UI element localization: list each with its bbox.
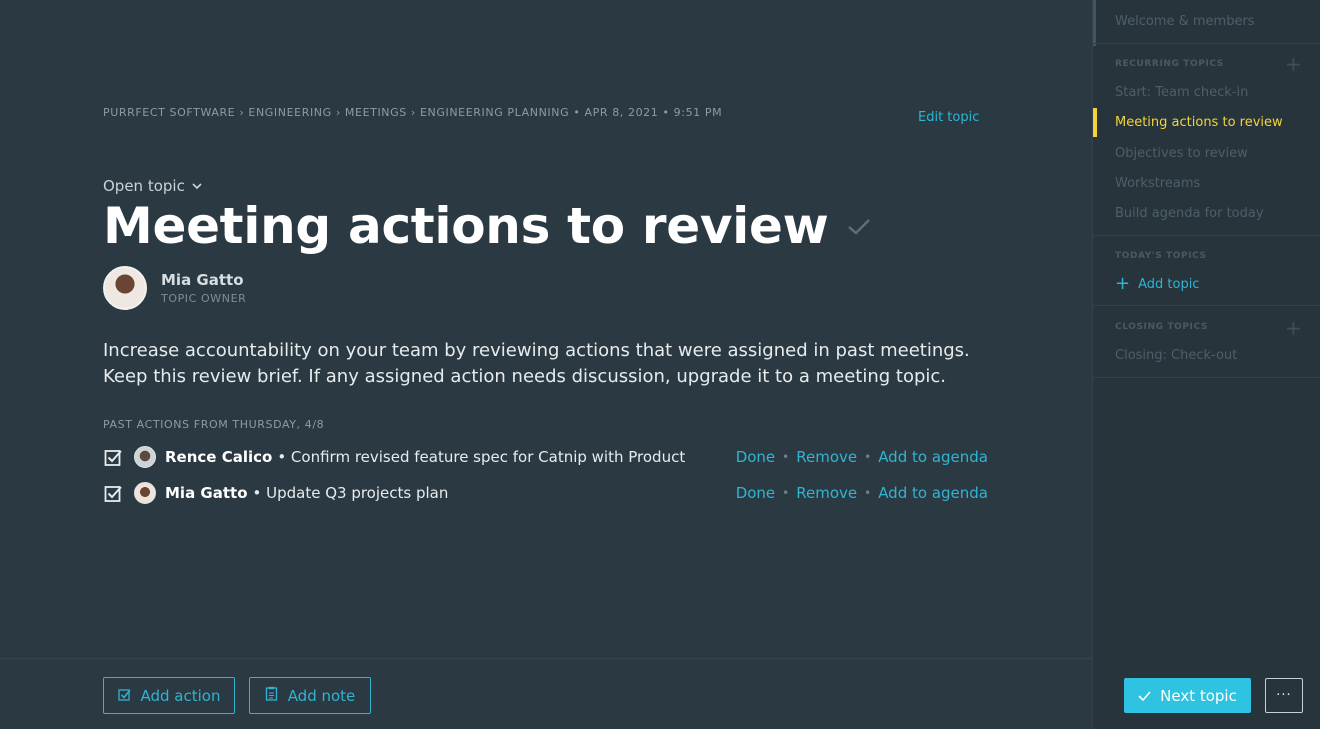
add-action-label: Add action xyxy=(140,686,221,705)
sidebar-divider xyxy=(1093,43,1320,44)
more-options-button[interactable]: ··· xyxy=(1265,678,1303,713)
owner-name: Mia Gatto xyxy=(161,271,244,289)
sidebar-item-closing-check-out[interactable]: Closing: Check-out xyxy=(1115,348,1237,363)
add-to-agenda-link[interactable]: Add to agenda xyxy=(878,448,988,466)
action-row: Mia Gatto • Update Q3 projects plan Done… xyxy=(103,481,988,505)
action-text: • Confirm revised feature spec for Catni… xyxy=(277,448,686,466)
separator: • xyxy=(864,486,872,500)
past-actions-label: PAST ACTIONS FROM THURSDAY, 4/8 xyxy=(103,418,325,431)
todays-topics-heading: TODAY'S TOPICS xyxy=(1115,251,1207,261)
sidebar-item-workstreams[interactable]: Workstreams xyxy=(1115,176,1200,191)
next-topic-label: Next topic xyxy=(1160,686,1237,705)
chevron-down-icon xyxy=(192,180,202,193)
page-title-text: Meeting actions to review xyxy=(103,197,829,255)
add-topic-label: Add topic xyxy=(1138,276,1200,292)
closing-topics-heading: CLOSING TOPICS xyxy=(1115,322,1208,332)
checkbox-checked-icon[interactable] xyxy=(103,447,123,467)
separator: • xyxy=(782,486,790,500)
open-topic-dropdown[interactable]: Open topic xyxy=(103,177,202,195)
edit-topic-link[interactable]: Edit topic xyxy=(918,110,979,125)
footer-divider xyxy=(0,658,1092,659)
sidebar-divider xyxy=(1093,235,1320,236)
sidebar-divider xyxy=(1093,377,1320,378)
done-link[interactable]: Done xyxy=(736,448,775,466)
page-title: Meeting actions to review xyxy=(103,197,871,255)
sidebar-item-welcome[interactable]: Welcome & members xyxy=(1115,14,1255,29)
add-closing-topic-plus-icon[interactable]: + xyxy=(1285,318,1302,338)
action-row: Rence Calico • Confirm revised feature s… xyxy=(103,445,988,469)
sidebar-item-meeting-actions[interactable]: Meeting actions to review xyxy=(1115,115,1283,130)
sidebar-item-build-agenda[interactable]: Build agenda for today xyxy=(1115,206,1264,221)
plus-icon: + xyxy=(1115,273,1131,294)
recurring-topics-heading: RECURRING TOPICS xyxy=(1115,59,1224,69)
add-note-button[interactable]: Add note xyxy=(249,677,371,714)
topic-owner: Mia Gatto TOPIC OWNER xyxy=(103,266,246,310)
done-link[interactable]: Done xyxy=(736,484,775,502)
owner-avatar xyxy=(103,266,147,310)
separator: • xyxy=(782,450,790,464)
complete-check-icon[interactable] xyxy=(847,210,871,243)
remove-link[interactable]: Remove xyxy=(796,448,857,466)
add-action-icon xyxy=(117,687,131,705)
add-to-agenda-link[interactable]: Add to agenda xyxy=(878,484,988,502)
add-recurring-topic-plus-icon[interactable]: + xyxy=(1285,54,1302,74)
scrollbar[interactable] xyxy=(1093,0,1096,46)
action-assignee: Mia Gatto xyxy=(165,484,248,502)
active-indicator xyxy=(1093,108,1097,137)
agenda-sidebar: Welcome & members RECURRING TOPICS + Sta… xyxy=(1092,0,1320,729)
note-icon xyxy=(265,686,278,705)
separator: • xyxy=(864,450,872,464)
action-text: • Update Q3 projects plan xyxy=(252,484,449,502)
action-links: Done • Remove • Add to agenda xyxy=(736,484,988,502)
avatar xyxy=(134,482,156,504)
next-topic-button[interactable]: Next topic xyxy=(1124,678,1251,713)
topic-description: Increase accountability on your team by … xyxy=(103,340,970,387)
action-assignee: Rence Calico xyxy=(165,448,273,466)
breadcrumb: PURRFECT SOFTWARE › ENGINEERING › MEETIN… xyxy=(103,106,723,119)
add-action-button[interactable]: Add action xyxy=(103,677,235,714)
checkbox-checked-icon[interactable] xyxy=(103,483,123,503)
add-topic-button[interactable]: + Add topic xyxy=(1115,273,1200,294)
sidebar-item-team-check-in[interactable]: Start: Team check-in xyxy=(1115,85,1248,100)
open-topic-label: Open topic xyxy=(103,177,185,195)
check-icon xyxy=(1138,687,1151,705)
owner-role: TOPIC OWNER xyxy=(161,292,247,305)
action-links: Done • Remove • Add to agenda xyxy=(736,448,988,466)
sidebar-divider xyxy=(1093,305,1320,306)
avatar xyxy=(134,446,156,468)
sidebar-item-objectives[interactable]: Objectives to review xyxy=(1115,146,1248,161)
remove-link[interactable]: Remove xyxy=(796,484,857,502)
main-panel: PURRFECT SOFTWARE › ENGINEERING › MEETIN… xyxy=(0,0,1092,729)
add-note-label: Add note xyxy=(287,686,356,705)
